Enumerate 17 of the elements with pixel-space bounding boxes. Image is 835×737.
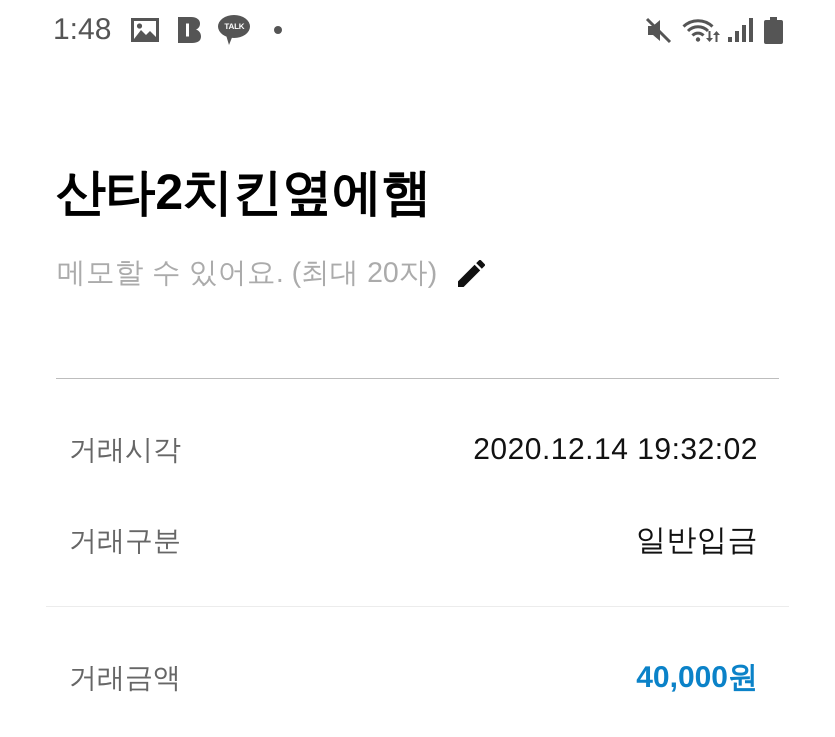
detail-label: 거래구분 bbox=[69, 524, 181, 558]
detail-label: 거래시각 bbox=[69, 432, 181, 466]
clock-time: 1:48 bbox=[53, 13, 112, 47]
mute-icon bbox=[645, 16, 672, 44]
notification-dot-icon bbox=[274, 26, 282, 34]
detail-value: 일반입금 bbox=[636, 523, 758, 559]
pencil-icon[interactable] bbox=[458, 260, 485, 286]
wifi-icon bbox=[682, 17, 720, 43]
transaction-title: 산타2치킨옆에햄 bbox=[56, 163, 432, 222]
detail-label: 거래금액 bbox=[69, 660, 181, 694]
memo-field[interactable]: 메모할 수 있어요. (최대 20자) bbox=[57, 254, 440, 292]
detail-value: 2020.12.14 19:32:02 bbox=[473, 432, 758, 466]
signal-icon bbox=[728, 18, 753, 42]
battery-icon bbox=[764, 16, 783, 44]
image-icon bbox=[131, 18, 160, 42]
amount-value: 40,000원 bbox=[636, 660, 758, 696]
b-letter-icon bbox=[178, 17, 202, 43]
